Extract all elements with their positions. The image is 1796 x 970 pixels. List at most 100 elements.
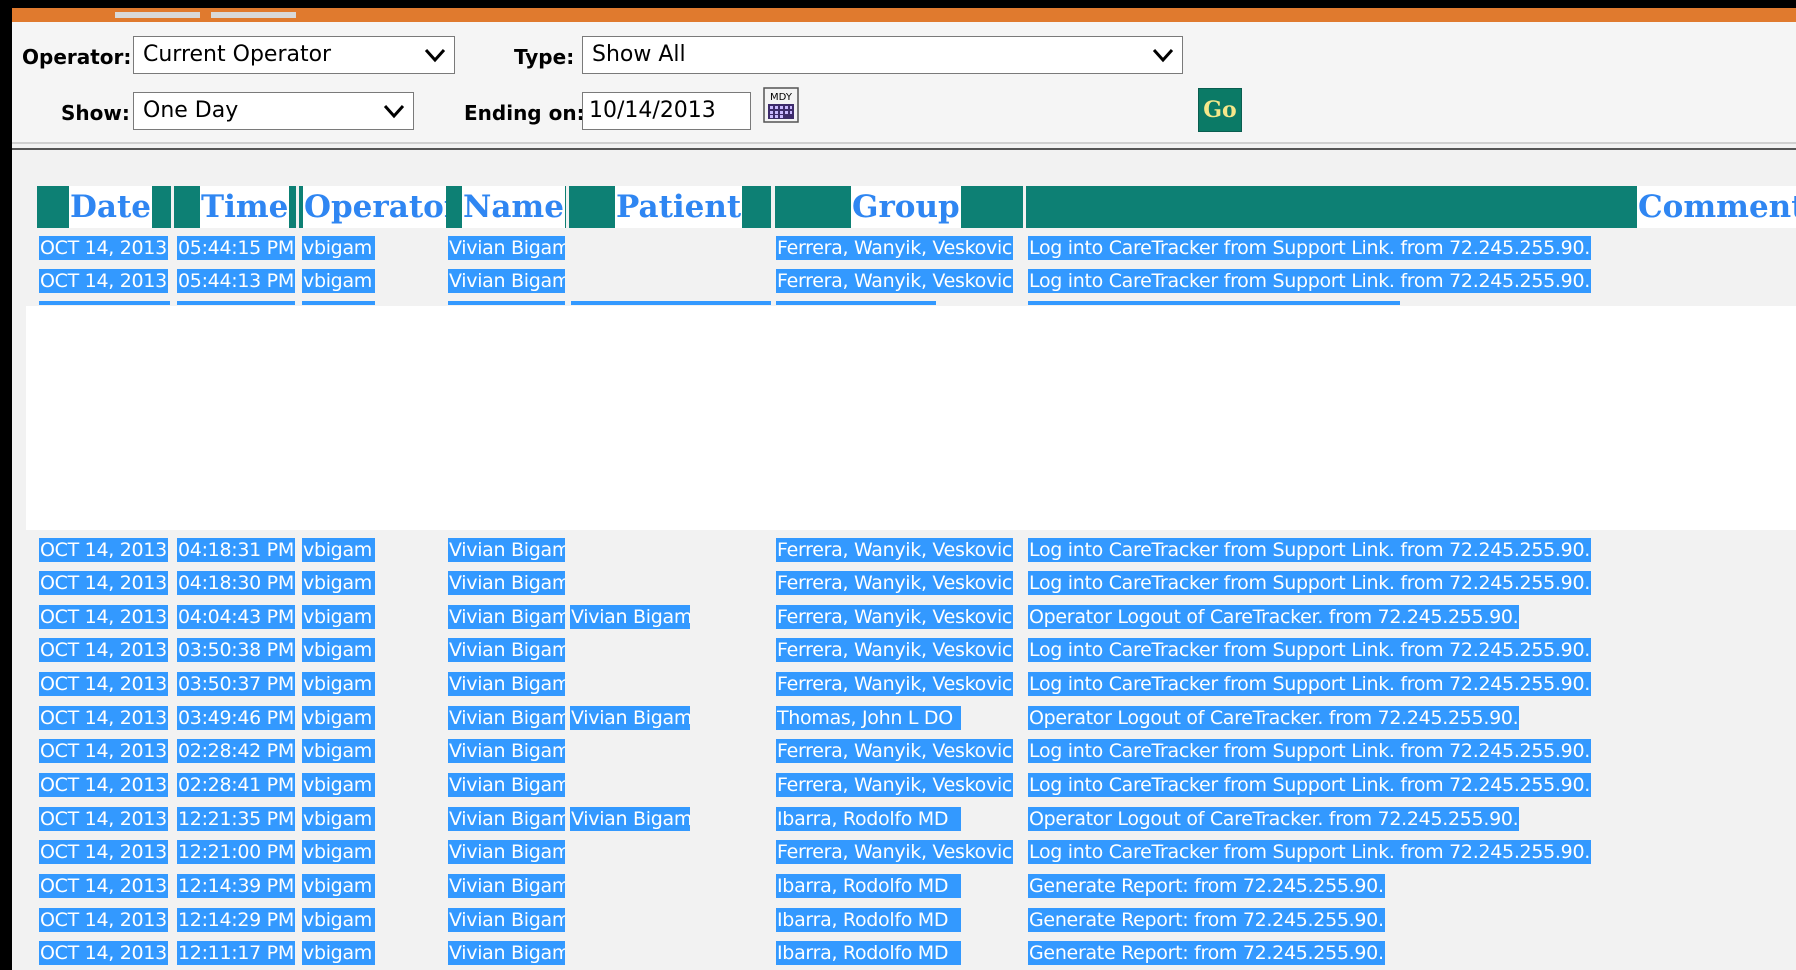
type-label: Type: [514, 45, 575, 69]
row-name: Vivian Bigam [448, 571, 565, 595]
row-operator: vbigam [302, 605, 375, 629]
row-operator: vbigam [302, 773, 375, 797]
row-operator: vbigam [302, 638, 375, 662]
row-group: Ferrera, Wanyik, Veskovic [776, 739, 1014, 763]
row-patient: Vivian Bigam [570, 807, 690, 831]
header-cell-date[interactable]: Date [37, 186, 171, 228]
row-group: Ferrera, Wanyik, Veskovic [776, 538, 1014, 562]
row-name: Vivian Bigam [448, 908, 565, 932]
row-operator: vbigam [302, 672, 375, 696]
calendar-icon[interactable]: MDY [762, 86, 800, 124]
row-group: Ferrera, Wanyik, Veskovic [776, 638, 1014, 662]
tab-1[interactable] [115, 12, 200, 18]
row-time: 05:44:15 PM [177, 236, 295, 260]
header-cell-patient[interactable]: Patient [569, 186, 771, 228]
row-date: OCT 14, 2013 [39, 773, 168, 797]
row-comment: Operator Logout of CareTracker. from 72.… [1028, 605, 1520, 629]
row-comment: Log into CareTracker from Support Link. … [1028, 773, 1591, 797]
header-cell-time[interactable]: Time [174, 186, 296, 228]
blank-region [26, 306, 1796, 530]
row-name: Vivian Bigam [448, 706, 565, 730]
row-comment: Log into CareTracker from Support Link. … [1028, 672, 1591, 696]
header-cell-group[interactable]: Group [775, 186, 1023, 228]
row-comment: Log into CareTracker from Support Link. … [1028, 538, 1591, 562]
row-comment: Log into CareTracker from Support Link. … [1028, 236, 1591, 260]
row-date: OCT 14, 2013 [39, 807, 168, 831]
row-date: OCT 14, 2013 [39, 739, 168, 763]
row-name: Vivian Bigam [448, 773, 565, 797]
row-edge [571, 301, 771, 305]
row-operator: vbigam [302, 941, 375, 965]
row-comment: Operator Logout of CareTracker. from 72.… [1028, 706, 1520, 730]
row-edge [177, 301, 295, 305]
divider [12, 142, 1796, 144]
header-cell-operator[interactable]: Operator [299, 186, 462, 228]
row-edge [302, 301, 375, 305]
row-operator: vbigam [302, 908, 375, 932]
row-name: Vivian Bigam [448, 739, 565, 763]
operator-select-value: Current Operator [143, 42, 332, 67]
row-comment: Log into CareTracker from Support Link. … [1028, 571, 1591, 595]
row-comment: Generate Report: from 72.245.255.90. [1028, 874, 1385, 898]
row-name: Vivian Bigam [448, 269, 565, 293]
row-name: Vivian Bigam [448, 941, 565, 965]
ending-date-input[interactable]: 10/14/2013 [582, 92, 751, 130]
type-select-value: Show All [592, 42, 686, 67]
row-edge [39, 301, 170, 305]
row-time: 02:28:41 PM [177, 773, 295, 797]
row-time: 12:21:35 PM [177, 807, 295, 831]
row-time: 05:44:13 PM [177, 269, 295, 293]
row-group: Ibarra, Rodolfo MD [776, 807, 961, 831]
row-comment: Log into CareTracker from Support Link. … [1028, 739, 1591, 763]
header-comment: Comment [1637, 186, 1796, 228]
header-group: Group [851, 186, 961, 228]
row-time: 12:14:29 PM [177, 908, 295, 932]
row-group: Ibarra, Rodolfo MD [776, 908, 961, 932]
row-group: Ferrera, Wanyik, Veskovic [776, 672, 1014, 696]
tab-2[interactable] [211, 12, 296, 18]
operator-label: Operator: [22, 45, 132, 69]
row-time: 03:50:37 PM [177, 672, 295, 696]
row-patient: Vivian Bigam [570, 605, 690, 629]
row-group: Ferrera, Wanyik, Veskovic [776, 236, 1014, 260]
go-button[interactable]: Go [1198, 88, 1242, 132]
chevron-down-icon [383, 104, 405, 119]
row-date: OCT 14, 2013 [39, 706, 168, 730]
app-window: Operator: Current Operator Type: Show Al… [0, 0, 1796, 970]
row-group: Ibarra, Rodolfo MD [776, 874, 961, 898]
type-select[interactable]: Show All [582, 36, 1183, 74]
row-comment: Generate Report: from 72.245.255.90. [1028, 941, 1385, 965]
chevron-down-icon [424, 48, 446, 63]
row-name: Vivian Bigam [448, 236, 565, 260]
row-date: OCT 14, 2013 [39, 605, 168, 629]
left-frame [0, 0, 12, 970]
row-name: Vivian Bigam [448, 672, 565, 696]
row-date: OCT 14, 2013 [39, 269, 168, 293]
row-time: 12:11:17 PM [177, 941, 295, 965]
row-time: 03:50:38 PM [177, 638, 295, 662]
row-comment: Log into CareTracker from Support Link. … [1028, 840, 1591, 864]
row-group: Ferrera, Wanyik, Veskovic [776, 605, 1014, 629]
chevron-down-icon [1152, 48, 1174, 63]
header-operator: Operator [303, 186, 462, 228]
row-comment: Log into CareTracker from Support Link. … [1028, 269, 1591, 293]
row-patient: Vivian Bigam [570, 706, 690, 730]
row-group: Thomas, John L DO [776, 706, 961, 730]
show-label: Show: [61, 101, 130, 125]
row-edge [1028, 301, 1400, 305]
row-operator: vbigam [302, 807, 375, 831]
row-name: Vivian Bigam [448, 605, 565, 629]
header-cell-comment[interactable]: Comment [1026, 186, 1796, 228]
row-group: Ferrera, Wanyik, Veskovic [776, 269, 1014, 293]
row-operator: vbigam [302, 236, 375, 260]
row-operator: vbigam [302, 538, 375, 562]
operator-select[interactable]: Current Operator [133, 36, 455, 74]
header-patient: Patient [615, 186, 743, 228]
row-group: Ibarra, Rodolfo MD [776, 941, 961, 965]
row-date: OCT 14, 2013 [39, 672, 168, 696]
row-edge [448, 301, 565, 305]
row-comment: Log into CareTracker from Support Link. … [1028, 638, 1591, 662]
show-select[interactable]: One Day [133, 92, 414, 130]
header-cell-name[interactable]: Name [446, 186, 566, 228]
row-name: Vivian Bigam [448, 807, 565, 831]
